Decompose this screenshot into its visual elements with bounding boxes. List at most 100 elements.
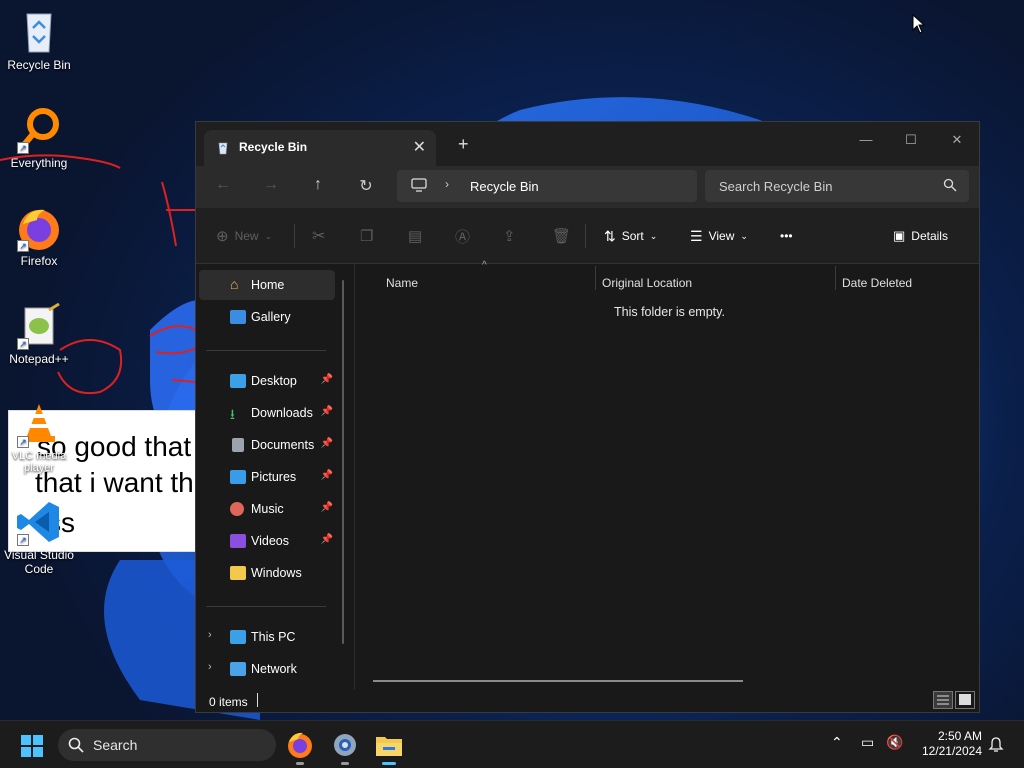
address-bar[interactable]: › Recycle Bin xyxy=(397,170,697,202)
status-bar: 0 items xyxy=(196,688,979,714)
sidebar-item-home[interactable]: ⌂ Home xyxy=(199,270,335,300)
download-arrow-icon: ⭳ xyxy=(230,406,235,422)
pin-icon[interactable]: 📌 xyxy=(321,406,333,417)
running-indicator xyxy=(382,762,396,765)
sidebar-item-network[interactable]: › Network xyxy=(199,654,335,684)
sort-caret-icon: ^ xyxy=(482,260,487,271)
share-button[interactable]: ⇪ xyxy=(503,224,516,248)
refresh-icon[interactable]: ↻ xyxy=(354,176,378,198)
desktop-icon-notepadpp[interactable]: ↗ Notepad++ xyxy=(0,302,78,366)
settings-gear-icon xyxy=(334,734,356,756)
sidebar-scrollbar[interactable] xyxy=(342,280,344,644)
column-separator[interactable] xyxy=(595,266,596,290)
pin-icon[interactable]: 📌 xyxy=(321,438,333,449)
breadcrumb-chevron-icon[interactable]: › xyxy=(445,177,449,191)
minimize-button[interactable]: — xyxy=(851,128,881,152)
share-icon: ⇪ xyxy=(503,228,516,245)
shortcut-arrow-icon: ↗ xyxy=(17,338,29,350)
sidebar-item-videos[interactable]: Videos 📌 xyxy=(199,526,335,556)
desktop-icon-vscode[interactable]: ↗ Visual Studio Code xyxy=(0,498,78,576)
paste-button[interactable]: ▤ xyxy=(408,224,422,248)
back-arrow-icon[interactable]: ← xyxy=(211,176,235,198)
breadcrumb-recycle-bin[interactable]: Recycle Bin xyxy=(470,179,539,194)
tab-recycle-bin[interactable]: Recycle Bin ✕ xyxy=(204,130,436,166)
view-list-icon: ☰ xyxy=(690,227,703,244)
desktop-icon-everything[interactable]: ↗ Everything xyxy=(0,106,78,170)
chevron-right-icon[interactable]: › xyxy=(208,629,212,641)
desktop-icon-recycle-bin[interactable]: Recycle Bin xyxy=(0,8,78,72)
maximize-button[interactable]: ☐ xyxy=(896,128,926,152)
file-explorer-icon xyxy=(376,737,402,756)
copy-button[interactable]: ❐ xyxy=(360,224,373,248)
details-view-icon xyxy=(937,695,949,705)
firefox-icon: ↗ xyxy=(15,204,63,252)
tab-title: Recycle Bin xyxy=(239,140,308,154)
sidebar-item-downloads[interactable]: ⭳ Downloads 📌 xyxy=(199,398,335,428)
taskbar-file-explorer[interactable] xyxy=(373,729,405,765)
desktop-icon-vlc[interactable]: ↗ VLC media player xyxy=(0,400,78,474)
clipboard-icon: ▤ xyxy=(408,228,423,245)
column-separator[interactable] xyxy=(835,266,836,290)
search-box[interactable] xyxy=(705,170,969,202)
chevron-right-icon[interactable]: › xyxy=(208,661,212,673)
firefox-icon xyxy=(288,732,312,758)
title-bar[interactable]: Recycle Bin ✕ + — ☐ ✕ xyxy=(196,122,979,166)
search-input[interactable] xyxy=(719,176,929,196)
new-button[interactable]: ⊕ New ⌄ xyxy=(216,224,272,248)
details-view-toggle[interactable] xyxy=(933,691,953,709)
network-icon xyxy=(230,662,246,676)
sidebar-item-documents[interactable]: Documents 📌 xyxy=(199,430,335,460)
pane-divider[interactable] xyxy=(354,264,355,689)
column-header-date-deleted[interactable]: Date Deleted xyxy=(842,276,912,290)
new-label: New xyxy=(234,229,259,243)
sidebar-item-label: Desktop xyxy=(251,374,297,388)
sidebar-item-label: Videos xyxy=(251,534,289,548)
pin-icon[interactable]: 📌 xyxy=(321,374,333,385)
column-header-original-location[interactable]: Original Location xyxy=(602,276,692,290)
taskbar-settings[interactable] xyxy=(329,729,361,765)
view-button[interactable]: ☰ View ⌄ xyxy=(690,224,748,248)
sidebar-item-desktop[interactable]: Desktop 📌 xyxy=(199,366,335,396)
pin-icon[interactable]: 📌 xyxy=(321,534,333,545)
column-header-name[interactable]: Name xyxy=(386,276,418,290)
desktop-icon-firefox[interactable]: ↗ Firefox xyxy=(0,204,78,268)
close-tab-button[interactable]: ✕ xyxy=(413,137,426,157)
show-hidden-icons-chevron-icon[interactable]: ⌃ xyxy=(831,735,843,751)
sort-button[interactable]: ⇅ Sort ⌄ xyxy=(604,224,657,248)
status-divider xyxy=(257,693,258,707)
search-icon[interactable] xyxy=(943,178,957,192)
sidebar-item-windows[interactable]: Windows xyxy=(199,558,335,588)
desktop-icon-label: Firefox xyxy=(20,254,58,268)
system-clock[interactable]: 2:50 AM 12/21/2024 xyxy=(912,729,982,759)
new-tab-button[interactable]: + xyxy=(458,134,469,155)
details-pane-button[interactable]: ▣ Details xyxy=(893,224,948,248)
see-more-button[interactable]: ••• xyxy=(780,224,793,248)
taskbar-search-box[interactable]: Search xyxy=(58,729,276,761)
sidebar-item-gallery[interactable]: Gallery xyxy=(199,302,335,332)
sidebar-item-pictures[interactable]: Pictures 📌 xyxy=(199,462,335,492)
recycle-bin-icon xyxy=(15,8,63,56)
pin-icon[interactable]: 📌 xyxy=(321,470,333,481)
notification-bell-icon[interactable] xyxy=(988,736,1004,752)
large-icons-view-toggle[interactable] xyxy=(955,691,975,709)
mouse-pointer-icon xyxy=(912,14,926,34)
network-icon[interactable]: ▭ xyxy=(861,735,874,751)
horizontal-scrollbar[interactable] xyxy=(373,680,743,682)
everything-search-icon: ↗ xyxy=(15,106,63,154)
pin-icon[interactable]: 📌 xyxy=(321,502,333,513)
sidebar-divider xyxy=(206,350,326,351)
sidebar-item-music[interactable]: Music 📌 xyxy=(199,494,335,524)
rename-button[interactable]: Ⓐ xyxy=(455,224,470,248)
details-pane-icon: ▣ xyxy=(893,228,906,243)
up-arrow-icon[interactable]: ↑ xyxy=(306,176,330,198)
taskbar-firefox[interactable] xyxy=(284,729,316,765)
close-window-button[interactable]: ✕ xyxy=(942,128,972,152)
cut-button[interactable]: ✂ xyxy=(312,224,325,248)
windows-start-icon[interactable] xyxy=(20,734,44,758)
delete-button[interactable]: 🗑 xyxy=(552,224,571,248)
forward-arrow-icon[interactable]: → xyxy=(259,176,283,198)
volume-muted-icon[interactable]: 🔇 xyxy=(886,735,903,751)
sidebar-item-this-pc[interactable]: › This PC xyxy=(199,622,335,652)
navigation-pane: ⌂ Home Gallery Desktop 📌 ⭳ Downloads 📌 D… xyxy=(196,264,354,684)
shortcut-arrow-icon: ↗ xyxy=(17,534,29,546)
